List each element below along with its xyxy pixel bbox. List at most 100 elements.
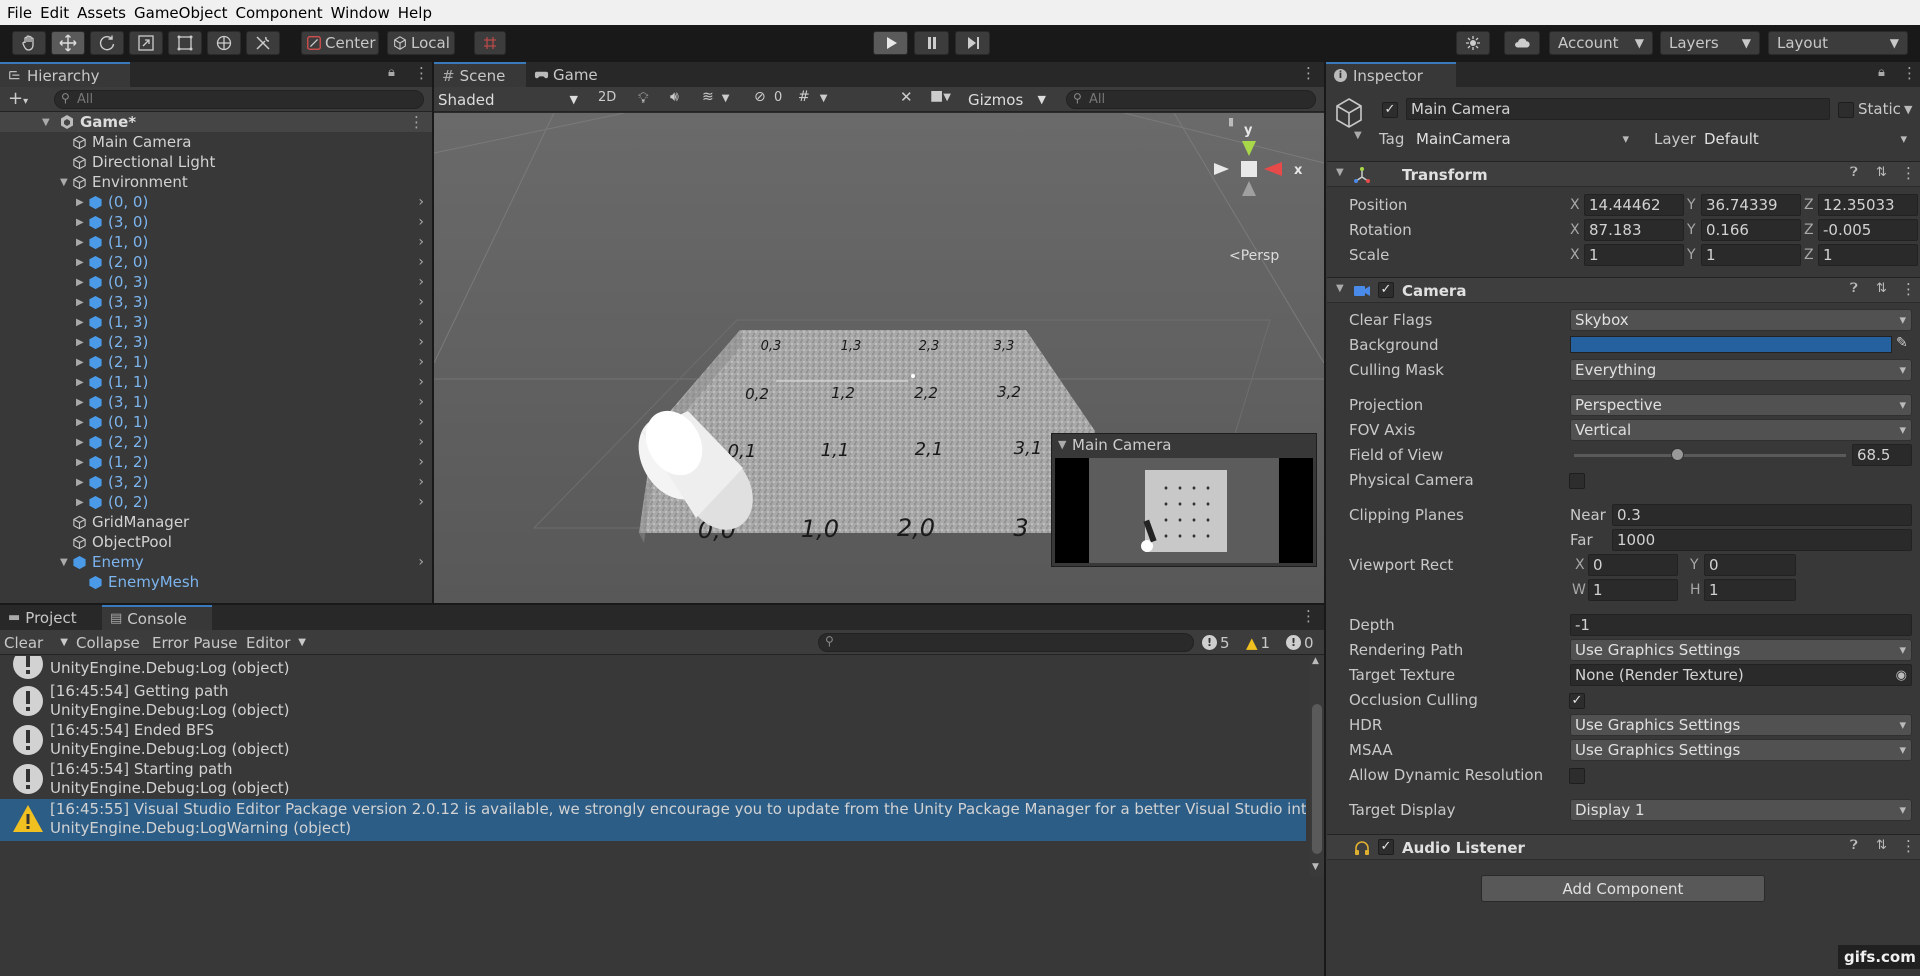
scene-viewport[interactable]: 0,3 1,3 2,3 3,3 0,2 1,2 2,2 3,2 0,1 1,1 2,1 3,1 0,0 1…	[434, 113, 1324, 603]
hierarchy-item[interactable]: GridManager	[0, 512, 432, 532]
help-icon[interactable]: ❓︎	[1850, 165, 1858, 180]
near-field[interactable]: 0.3	[1612, 504, 1912, 526]
hierarchy-search-input[interactable]: ⚲ All	[54, 90, 424, 109]
log-entry[interactable]: [16:45:54] Starting path UnityEngine.Debu…	[0, 759, 1306, 798]
expand-triangle-icon[interactable]: ▼	[1336, 283, 1344, 294]
rotation-z-field[interactable]: -0.005	[1818, 219, 1918, 241]
lock-icon[interactable]: 🔒︎	[388, 65, 395, 80]
scale-z-axis-label[interactable]: Z	[1804, 247, 1814, 263]
expand-triangle-icon[interactable]: ▶	[76, 497, 88, 508]
hierarchy-item[interactable]: ▶ (3, 3) ›	[0, 292, 432, 312]
background-color-field[interactable]	[1570, 336, 1892, 353]
play-button[interactable]	[873, 31, 908, 55]
expand-triangle-icon[interactable]: ▼	[60, 177, 72, 188]
fov-axis-dropdown[interactable]: Vertical	[1570, 419, 1912, 441]
expand-triangle-icon[interactable]: ▶	[76, 457, 88, 468]
hand-tool-button[interactable]	[12, 31, 46, 55]
expand-triangle-icon[interactable]: ▶	[76, 477, 88, 488]
expand-triangle-icon[interactable]: ▶	[76, 237, 88, 248]
console-scrollbar[interactable]: ▲ ▼	[1310, 656, 1324, 876]
rotation-x-axis-label[interactable]: X	[1570, 222, 1580, 238]
gizmos-dropdown[interactable]: Gizmos ▼	[964, 88, 1050, 111]
projection-dropdown[interactable]: Perspective	[1570, 394, 1912, 416]
scene-search-input[interactable]: ⚲ All	[1066, 90, 1316, 109]
depth-field[interactable]: -1	[1570, 614, 1912, 636]
help-icon[interactable]: ❓︎	[1850, 281, 1858, 296]
hierarchy-item[interactable]: ▶ (0, 0) ›	[0, 192, 432, 212]
hierarchy-item[interactable]: ▶ (1, 1) ›	[0, 372, 432, 392]
hierarchy-item[interactable]: ▶ (2, 0) ›	[0, 252, 432, 272]
kebab-menu-icon[interactable]: ⋮	[409, 113, 424, 131]
camera-enabled-checkbox[interactable]: ✓	[1378, 282, 1394, 298]
chevron-right-icon[interactable]: ›	[418, 394, 424, 410]
expand-triangle-icon[interactable]: ▼	[60, 557, 72, 568]
hierarchy-item[interactable]: ▶ (2, 2) ›	[0, 432, 432, 452]
expand-triangle-icon[interactable]: ▶	[76, 257, 88, 268]
scale-y-axis-label[interactable]: Y	[1687, 247, 1696, 263]
menu-file[interactable]: File	[7, 4, 32, 22]
presets-icon[interactable]: ⇅	[1876, 281, 1887, 296]
log-entry[interactable]: [16:45:54] Getting path UnityEngine.Debug…	[0, 681, 1306, 720]
chevron-right-icon[interactable]: ›	[418, 374, 424, 390]
move-tool-button[interactable]	[51, 31, 85, 55]
viewport-h-field[interactable]: 1	[1704, 579, 1796, 601]
scale-y-field[interactable]: 1	[1701, 244, 1801, 266]
menu-assets[interactable]: Assets	[77, 4, 126, 22]
persp-toggle[interactable]: <Persp	[1229, 248, 1279, 264]
hierarchy-item[interactable]: ▶ (0, 2) ›	[0, 492, 432, 512]
menu-component[interactable]: Component	[236, 4, 323, 22]
custom-tool-button[interactable]	[246, 31, 280, 55]
menu-gameobject[interactable]: GameObject	[134, 4, 228, 22]
lock-icon[interactable]: ▮	[1228, 115, 1234, 128]
far-field[interactable]: 1000	[1612, 529, 1912, 551]
expand-triangle-icon[interactable]: ▶	[76, 337, 88, 348]
warning-count-toggle[interactable]: ▲ 1	[1246, 632, 1280, 653]
msaa-dropdown[interactable]: Use Graphics Settings	[1570, 739, 1912, 761]
menu-edit[interactable]: Edit	[40, 4, 69, 22]
scale-z-field[interactable]: 1	[1818, 244, 1918, 266]
help-icon[interactable]: ❓︎	[1850, 838, 1858, 853]
chevron-right-icon[interactable]: ›	[418, 254, 424, 270]
clear-flags-dropdown[interactable]: Skybox	[1570, 309, 1912, 331]
log-entry-warning[interactable]: [16:45:55] Visual Studio Editor Package …	[0, 799, 1306, 841]
scale-tool-button[interactable]	[129, 31, 163, 55]
chevron-right-icon[interactable]: ›	[418, 494, 424, 510]
hierarchy-item[interactable]: ▶ (0, 1) ›	[0, 412, 432, 432]
kebab-menu-icon[interactable]: ⋮	[1301, 64, 1316, 82]
log-count-toggle[interactable]: ! 5	[1202, 632, 1238, 653]
lighting-toggle-icon[interactable]: 💡︎	[638, 89, 649, 107]
expand-triangle-icon[interactable]: ▶	[76, 277, 88, 288]
viewport-w-field[interactable]: 1	[1588, 579, 1678, 601]
expand-triangle-icon[interactable]: ▶	[76, 437, 88, 448]
position-z-axis-label[interactable]: Z	[1804, 197, 1814, 213]
audio-listener-header[interactable]: ✓ Audio Listener ❓︎ ⇅ ⋮	[1327, 834, 1920, 860]
kebab-menu-icon[interactable]: ⋮	[414, 64, 429, 82]
rotation-x-field[interactable]: 87.183	[1584, 219, 1684, 241]
console-search-input[interactable]: ⚲	[818, 633, 1194, 652]
collapse-toggle[interactable]: Collapse	[74, 632, 144, 653]
scene-root-row[interactable]: ▼ Game* ⋮	[0, 112, 432, 132]
rotate-tool-button[interactable]	[90, 31, 124, 55]
audio-toggle-icon[interactable]: 🔊︎	[670, 89, 679, 105]
transform-tool-button[interactable]	[207, 31, 241, 55]
rotation-z-axis-label[interactable]: Z	[1804, 222, 1814, 238]
expand-triangle-icon[interactable]: ▶	[76, 377, 88, 388]
kebab-menu-icon[interactable]: ⋮	[1902, 64, 1917, 82]
object-picker-icon[interactable]: ◉	[1896, 668, 1907, 683]
expand-triangle-icon[interactable]: ▶	[76, 357, 88, 368]
expand-triangle-icon[interactable]: ▶	[76, 197, 88, 208]
menu-help[interactable]: Help	[398, 4, 432, 22]
presets-icon[interactable]: ⇅	[1876, 838, 1887, 853]
collab-button[interactable]	[1456, 31, 1490, 55]
pause-button[interactable]	[914, 31, 949, 55]
viewport-x-field[interactable]: 0	[1588, 554, 1678, 576]
2d-toggle[interactable]: 2D	[598, 90, 616, 105]
chevron-right-icon[interactable]: ›	[418, 474, 424, 490]
position-y-field[interactable]: 36.74339	[1701, 194, 1801, 216]
target-texture-field[interactable]: None (Render Texture) ◉	[1570, 664, 1912, 686]
hierarchy-item[interactable]: ▶ (3, 1) ›	[0, 392, 432, 412]
chevron-right-icon[interactable]: ›	[418, 234, 424, 250]
hierarchy-item[interactable]: ▶ (1, 0) ›	[0, 232, 432, 252]
fov-value-field[interactable]: 68.5	[1852, 444, 1912, 466]
tab-hierarchy[interactable]: Hierarchy	[0, 62, 130, 87]
